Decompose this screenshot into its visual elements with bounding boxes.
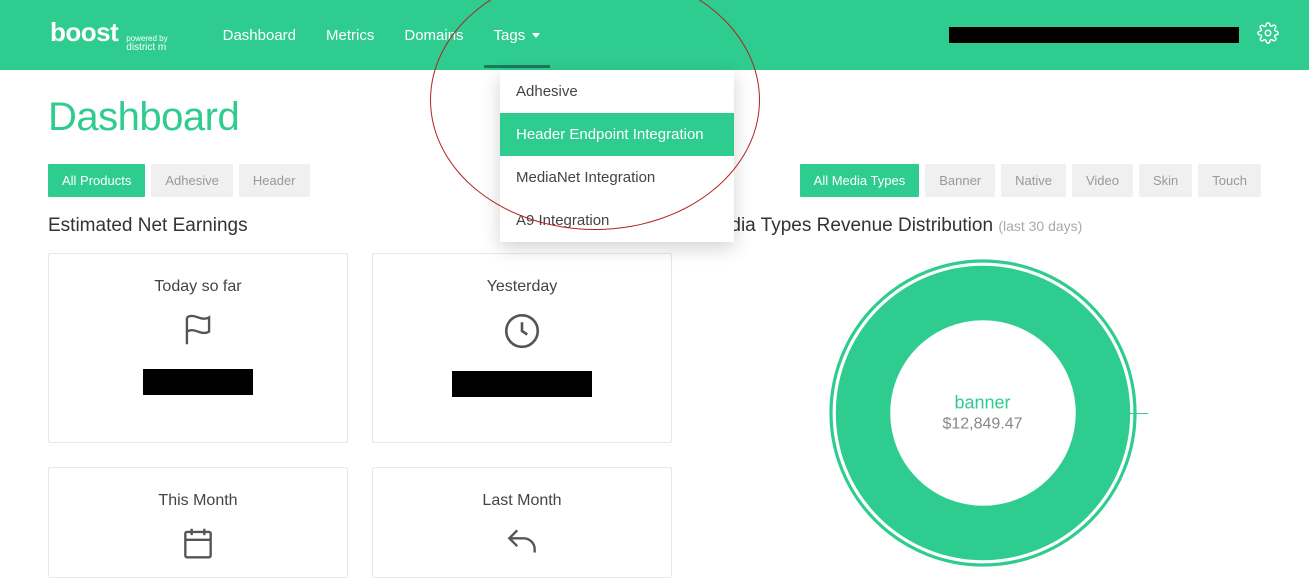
donut-chart: banner $12,849.47	[823, 253, 1143, 573]
nav-domains[interactable]: Domains	[404, 3, 463, 68]
earnings-value-redacted	[143, 369, 253, 395]
logo-subtext: powered by district m	[126, 35, 167, 53]
dropdown-item-header-endpoint[interactable]: Header Endpoint Integration	[500, 113, 734, 156]
product-filter-group: All Products Adhesive Header	[48, 164, 310, 197]
card-label: This Month	[158, 492, 237, 510]
filter-all-media[interactable]: All Media Types	[800, 164, 920, 197]
dropdown-item-adhesive[interactable]: Adhesive	[500, 70, 734, 113]
filter-native[interactable]: Native	[1001, 164, 1066, 197]
filter-banner[interactable]: Banner	[925, 164, 995, 197]
user-area	[949, 22, 1279, 49]
card-yesterday: Yesterday	[372, 253, 672, 443]
tags-dropdown: Adhesive Header Endpoint Integration Med…	[500, 70, 734, 242]
donut-center-label: banner $12,849.47	[942, 393, 1022, 434]
main-nav: Dashboard Metrics Domains Tags	[223, 3, 541, 68]
content-row: Estimated Net Earnings Today so far Yest…	[48, 215, 1261, 578]
clock-icon	[501, 310, 543, 357]
distribution-title: Media Types Revenue Distribution (last 3…	[704, 215, 1261, 237]
card-label: Today so far	[154, 278, 241, 296]
nav-metrics[interactable]: Metrics	[326, 3, 374, 68]
earnings-section: Estimated Net Earnings Today so far Yest…	[48, 215, 674, 578]
flag-icon	[179, 310, 217, 355]
media-filter-group: All Media Types Banner Native Video Skin…	[800, 164, 1261, 197]
filter-all-products[interactable]: All Products	[48, 164, 145, 197]
earnings-grid: Today so far Yesterday This Month	[48, 253, 674, 578]
filter-touch[interactable]: Touch	[1198, 164, 1261, 197]
calendar-icon	[179, 524, 217, 567]
logo[interactable]: boost powered by district m	[50, 17, 168, 53]
card-last-month: Last Month	[372, 467, 672, 578]
dropdown-item-a9[interactable]: A9 Integration	[500, 199, 734, 242]
nav-tags[interactable]: Tags	[494, 3, 541, 68]
filter-skin[interactable]: Skin	[1139, 164, 1192, 197]
card-this-month: This Month	[48, 467, 348, 578]
filter-header[interactable]: Header	[239, 164, 310, 197]
filter-video[interactable]: Video	[1072, 164, 1133, 197]
distribution-section: Media Types Revenue Distribution (last 3…	[704, 215, 1261, 573]
user-info-redacted	[949, 27, 1239, 43]
reply-arrow-icon	[501, 524, 543, 567]
dropdown-item-medianet[interactable]: MediaNet Integration	[500, 156, 734, 199]
gear-icon[interactable]	[1257, 22, 1279, 49]
chart-callout-line	[1088, 413, 1148, 414]
logo-text: boost	[50, 17, 118, 48]
earnings-value-redacted	[452, 371, 592, 397]
chevron-down-icon	[532, 33, 540, 38]
card-label: Last Month	[482, 492, 561, 510]
topbar: boost powered by district m Dashboard Me…	[0, 0, 1309, 70]
card-label: Yesterday	[487, 278, 558, 296]
donut-chart-wrap: banner $12,849.47	[704, 253, 1261, 573]
card-today: Today so far	[48, 253, 348, 443]
nav-dashboard[interactable]: Dashboard	[223, 3, 296, 68]
filter-adhesive[interactable]: Adhesive	[151, 164, 232, 197]
